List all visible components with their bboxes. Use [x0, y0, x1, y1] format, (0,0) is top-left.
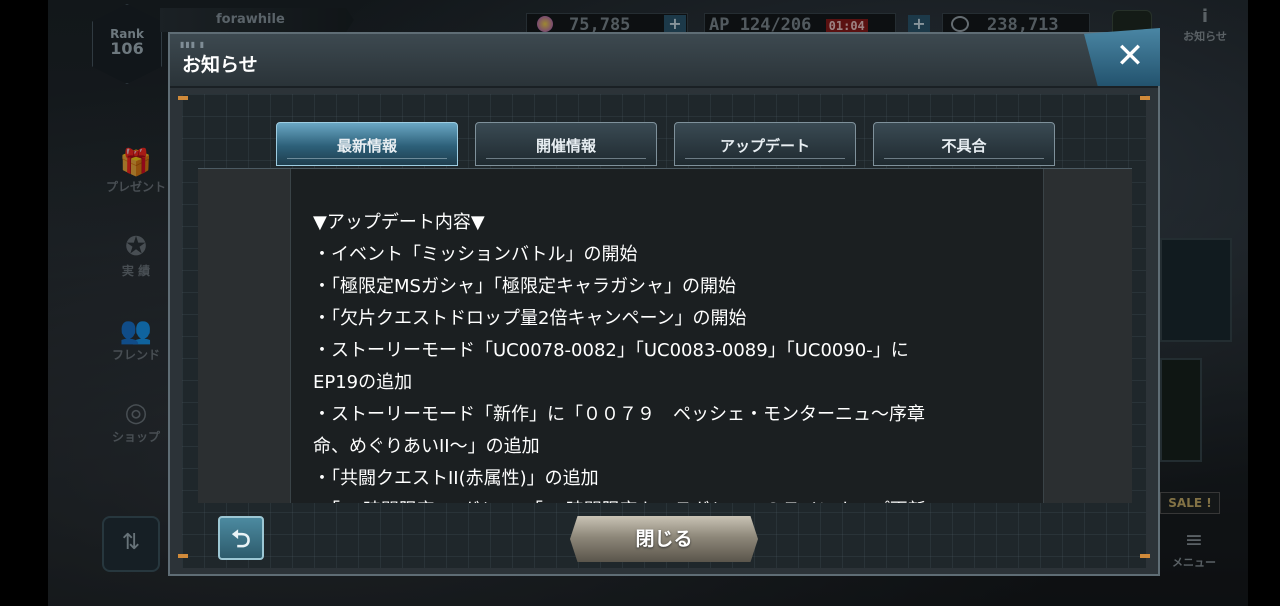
notice-line: ・「欠片クエストドロップ量2倍キャンペーン」の開始 — [313, 308, 747, 329]
content-frame: ▼アップデート内容▼ ・イベント「ミッションバトル」の開始 ・「極限定MSガシャ… — [198, 168, 1132, 503]
notice-line: ・「極限定MSガシャ」「極限定キャラガシャ」の開始 — [313, 276, 736, 297]
notice-line: ・イベント「ミッションバトル」の開始 — [313, 244, 638, 265]
back-arrow-icon: ⮌ — [231, 525, 251, 553]
close-x-button[interactable]: ✕ — [1084, 28, 1160, 86]
notice-line: 命、めぐりあいII～」の追加 — [313, 436, 540, 457]
notice-dialog: ▮▮▮ ▮ お知らせ ✕ 最新情報 開催情報 アップデート 不具合 ▼アップデー… — [168, 28, 1160, 576]
tab-latest[interactable]: 最新情報 — [276, 122, 458, 166]
notice-line: EP19の追加 — [313, 372, 413, 393]
notice-line: ▼アップデート内容▼ — [313, 212, 485, 233]
tab-events[interactable]: 開催情報 — [475, 122, 657, 166]
notice-line: ・ストーリーモード「UC0078-0082」「UC0083-0089」「UC00… — [313, 340, 909, 361]
corner-marker — [1140, 554, 1150, 558]
tab-bugs[interactable]: 不具合 — [873, 122, 1055, 166]
close-button[interactable]: 閉じる — [570, 516, 758, 562]
corner-marker — [178, 96, 188, 100]
tab-update[interactable]: アップデート — [674, 122, 856, 166]
notice-text: ▼アップデート内容▼ ・イベント「ミッションバトル」の開始 ・「極限定MSガシャ… — [313, 207, 1025, 503]
notice-line: ・ストーリーモード「新作」に「００７９ ペッシェ・モンターニュ～序章 — [313, 404, 925, 425]
corner-marker — [178, 554, 188, 558]
dialog-title: お知らせ — [182, 54, 258, 76]
corner-marker — [1140, 96, 1150, 100]
notice-line: ・「共闘クエストII(赤属性)」の追加 — [313, 468, 599, 489]
close-icon: ✕ — [1115, 36, 1145, 76]
back-button[interactable]: ⮌ — [218, 516, 264, 560]
dialog-header: ▮▮▮ ▮ お知らせ — [170, 34, 1158, 88]
notice-line: ・「72時間限定MSガシャ」「72時間限定キャラガシャ」のラインナップ更新 — [313, 495, 1025, 503]
header-decoration: ▮▮▮ ▮ — [180, 40, 206, 49]
notice-content[interactable]: ▼アップデート内容▼ ・イベント「ミッションバトル」の開始 ・「極限定MSガシャ… — [290, 169, 1044, 503]
